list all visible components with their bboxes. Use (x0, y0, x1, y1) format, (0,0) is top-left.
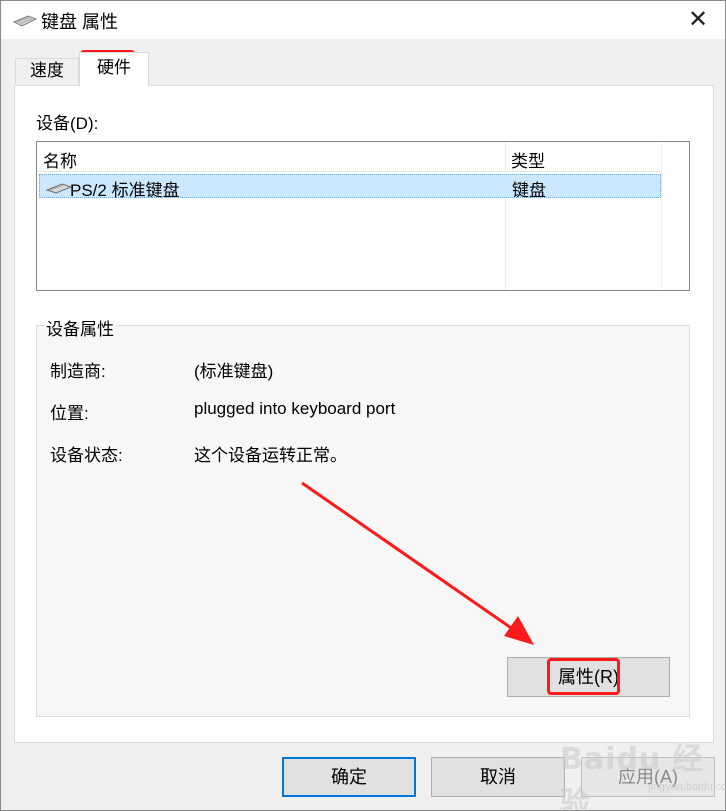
devices-label: 设备(D): (36, 114, 99, 133)
list-item[interactable]: PS/2 标准键盘 键盘 (39, 174, 661, 200)
close-icon: ✕ (687, 5, 709, 33)
device-type: 键盘 (512, 181, 546, 200)
device-list[interactable]: 名称 类型 PS/2 标准键盘 键盘 (36, 141, 690, 291)
close-button[interactable]: ✕ (683, 4, 713, 34)
title-bar: 键盘 属性 ✕ (1, 1, 725, 39)
apply-button[interactable]: 应用(A) (581, 757, 715, 797)
tab-speed[interactable]: 速度 (15, 58, 79, 84)
column-divider (661, 142, 662, 290)
column-divider[interactable] (505, 142, 506, 290)
cancel-button[interactable]: 取消 (431, 757, 565, 797)
ok-button[interactable]: 确定 (282, 757, 416, 797)
list-header: 名称 类型 (37, 142, 661, 172)
window-title: 键盘 属性 (41, 12, 119, 32)
device-name: PS/2 标准键盘 (70, 181, 180, 200)
location-value: plugged into keyboard port (194, 399, 396, 418)
manufacturer-label: 制造商: (50, 362, 106, 381)
manufacturer-value: (标准键盘) (194, 362, 274, 381)
tab-hardware[interactable]: 硬件 (79, 52, 149, 86)
device-status-value: 这个设备运转正常。 (194, 446, 347, 465)
location-label: 位置: (50, 404, 89, 423)
keyboard-properties-dialog: 键盘 属性 ✕ 速度 硬件 设备(D): 名称 类型 PS/2 标准键盘 键盘 … (0, 0, 726, 811)
keyboard-icon (46, 183, 72, 194)
device-status-label: 设备状态: (50, 446, 123, 465)
properties-button[interactable]: 属性(R) (507, 657, 670, 697)
column-header-type[interactable]: 类型 (511, 147, 545, 172)
column-header-name[interactable]: 名称 (43, 147, 77, 172)
keyboard-icon (13, 15, 37, 27)
group-title: 设备属性 (44, 315, 116, 340)
